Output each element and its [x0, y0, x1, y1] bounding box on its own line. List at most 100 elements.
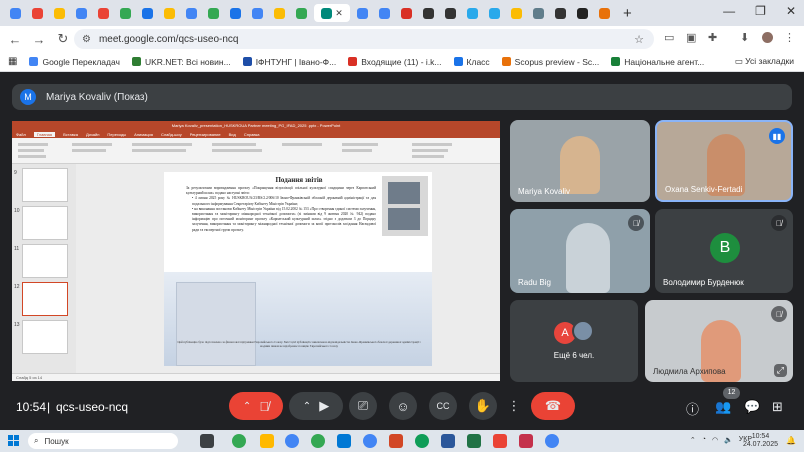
- people-icon[interactable]: 👥: [715, 399, 731, 415]
- browser-tab[interactable]: [485, 4, 504, 22]
- chrome-icon[interactable]: [285, 434, 299, 448]
- participant-tile[interactable]: Mariya Kovaliv: [510, 120, 650, 202]
- taskbar-search[interactable]: ⌕ Пошук: [28, 433, 178, 449]
- chevron-up-icon[interactable]: ⌃: [303, 401, 311, 412]
- browser-tab[interactable]: [353, 4, 372, 22]
- powerpoint-icon[interactable]: [519, 434, 533, 448]
- browser-tab[interactable]: [50, 4, 69, 22]
- all-bookmarks[interactable]: ▭ Усі закладки: [735, 56, 794, 67]
- participant-tile-speaking[interactable]: ▮▮ Oxana Senkiv-Fertadi: [655, 120, 793, 202]
- address-bar[interactable]: ⚙ meet.google.com/qcs-useo-ncq ☆: [74, 29, 654, 49]
- volume-icon[interactable]: 🔈: [724, 436, 733, 444]
- leave-call-button[interactable]: ☎: [531, 392, 575, 420]
- browser-tab[interactable]: [507, 4, 526, 22]
- minimize-icon[interactable]: —: [723, 4, 735, 18]
- meeting-info-icon[interactable]: ⓘ: [686, 399, 699, 418]
- cast-icon[interactable]: ▭: [664, 31, 674, 44]
- browser-tab[interactable]: [94, 4, 113, 22]
- bookmark-item[interactable]: Класс: [453, 57, 490, 67]
- chevron-up-icon[interactable]: ⌃: [243, 401, 251, 412]
- browser-tab[interactable]: [28, 4, 47, 22]
- chevron-up-icon[interactable]: ⌃: [690, 436, 696, 444]
- chrome-icon[interactable]: [232, 434, 246, 448]
- browser-tab[interactable]: [248, 4, 267, 22]
- present-button[interactable]: ⎚: [349, 392, 377, 420]
- pin-icon[interactable]: ⤢: [773, 364, 787, 377]
- edge-icon[interactable]: [415, 434, 429, 448]
- browser-tab[interactable]: [270, 4, 289, 22]
- participant-tile[interactable]: 🎙̸ Людмила Архипова ⤢: [645, 300, 793, 382]
- browser-tab[interactable]: [72, 4, 91, 22]
- apps-icon[interactable]: ▦: [8, 56, 17, 67]
- browser-tab[interactable]: [529, 4, 548, 22]
- bookmark-item[interactable]: Google Перекладач: [29, 57, 120, 67]
- bookmark-item[interactable]: Входящие (11) - i.k...: [348, 57, 442, 67]
- word-icon[interactable]: [441, 434, 455, 448]
- browser-tab[interactable]: [551, 4, 570, 22]
- browser-tab[interactable]: [397, 4, 416, 22]
- slide-thumbnail[interactable]: [22, 320, 68, 354]
- slide-thumbnail[interactable]: [22, 244, 68, 278]
- acrobat-icon[interactable]: [493, 434, 507, 448]
- chat-icon[interactable]: 💬: [744, 399, 760, 415]
- new-tab-icon[interactable]: +: [623, 5, 632, 22]
- bookmark-item[interactable]: Scopus preview - Sc...: [501, 57, 599, 67]
- activities-icon[interactable]: ⊞: [772, 399, 783, 415]
- maximize-icon[interactable]: ❐: [755, 4, 766, 18]
- browser-tab[interactable]: [138, 4, 157, 22]
- notifications-icon[interactable]: 🔔: [786, 436, 796, 445]
- browser-tab[interactable]: [226, 4, 245, 22]
- browser-tab[interactable]: [182, 4, 201, 22]
- site-info-icon[interactable]: ⚙: [82, 34, 91, 45]
- chrome-icon[interactable]: [363, 434, 377, 448]
- more-participants-tile[interactable]: A Ещё 6 чел.: [510, 300, 638, 382]
- menu-icon[interactable]: ⋮: [784, 31, 795, 44]
- forward-icon[interactable]: →: [30, 32, 48, 47]
- powerpoint-icon[interactable]: [389, 434, 403, 448]
- browser-tab[interactable]: [160, 4, 179, 22]
- browser-tab[interactable]: [573, 4, 592, 22]
- network-icon[interactable]: ◔: [702, 436, 706, 444]
- camera-toggle[interactable]: ⌃ ▶: [289, 392, 343, 420]
- chrome-icon[interactable]: [311, 434, 325, 448]
- profile-avatar[interactable]: [762, 32, 773, 43]
- slide-thumbnail-selected[interactable]: [22, 282, 68, 316]
- microphone-toggle[interactable]: ⌃ 🎙̸: [229, 392, 283, 420]
- slide-thumbnail[interactable]: [22, 168, 68, 202]
- browser-tab[interactable]: [375, 4, 394, 22]
- browser-tab[interactable]: [595, 4, 614, 22]
- participant-tile[interactable]: 🎙̸ Radu Big: [510, 209, 650, 293]
- mail-icon[interactable]: [337, 434, 351, 448]
- browser-tab[interactable]: [292, 4, 311, 22]
- wifi-icon[interactable]: ◠: [712, 436, 718, 444]
- bookmark-item[interactable]: Національне агент...: [611, 57, 704, 67]
- more-options-button[interactable]: ⋮: [503, 392, 525, 420]
- browser-tab[interactable]: [419, 4, 438, 22]
- captions-button[interactable]: CC: [429, 392, 457, 420]
- screen-share-icon[interactable]: ▣: [686, 31, 696, 44]
- taskbar-clock[interactable]: 10:54 24.07.2025: [743, 433, 778, 449]
- download-icon[interactable]: ⬇: [740, 31, 749, 44]
- close-tab-icon[interactable]: ✕: [335, 8, 343, 19]
- close-window-icon[interactable]: ✕: [786, 4, 796, 18]
- reactions-button[interactable]: ☺: [389, 392, 417, 420]
- browser-tab[interactable]: [204, 4, 223, 22]
- excel-icon[interactable]: [467, 434, 481, 448]
- browser-tab[interactable]: [441, 4, 460, 22]
- bookmark-star-icon[interactable]: ☆: [634, 33, 644, 46]
- raise-hand-button[interactable]: ✋: [469, 392, 497, 420]
- browser-tab[interactable]: [116, 4, 135, 22]
- task-view-icon[interactable]: [200, 434, 214, 448]
- browser-tab[interactable]: [463, 4, 482, 22]
- windows-start-icon[interactable]: [8, 435, 19, 446]
- extensions-icon[interactable]: ✚: [708, 31, 717, 44]
- reload-icon[interactable]: ↻: [54, 31, 72, 47]
- slide-thumbnail[interactable]: [22, 206, 68, 240]
- file-explorer-icon[interactable]: [260, 434, 274, 448]
- participant-tile[interactable]: В 🎙̸ Володимир Бурденюк: [655, 209, 793, 293]
- browser-tab[interactable]: [6, 4, 25, 22]
- browser-tab-active[interactable]: ✕: [314, 4, 350, 22]
- back-icon[interactable]: ←: [6, 32, 24, 47]
- bookmark-item[interactable]: ІФНТУНГ | Івано-Ф...: [242, 57, 336, 67]
- chrome-icon[interactable]: [545, 434, 559, 448]
